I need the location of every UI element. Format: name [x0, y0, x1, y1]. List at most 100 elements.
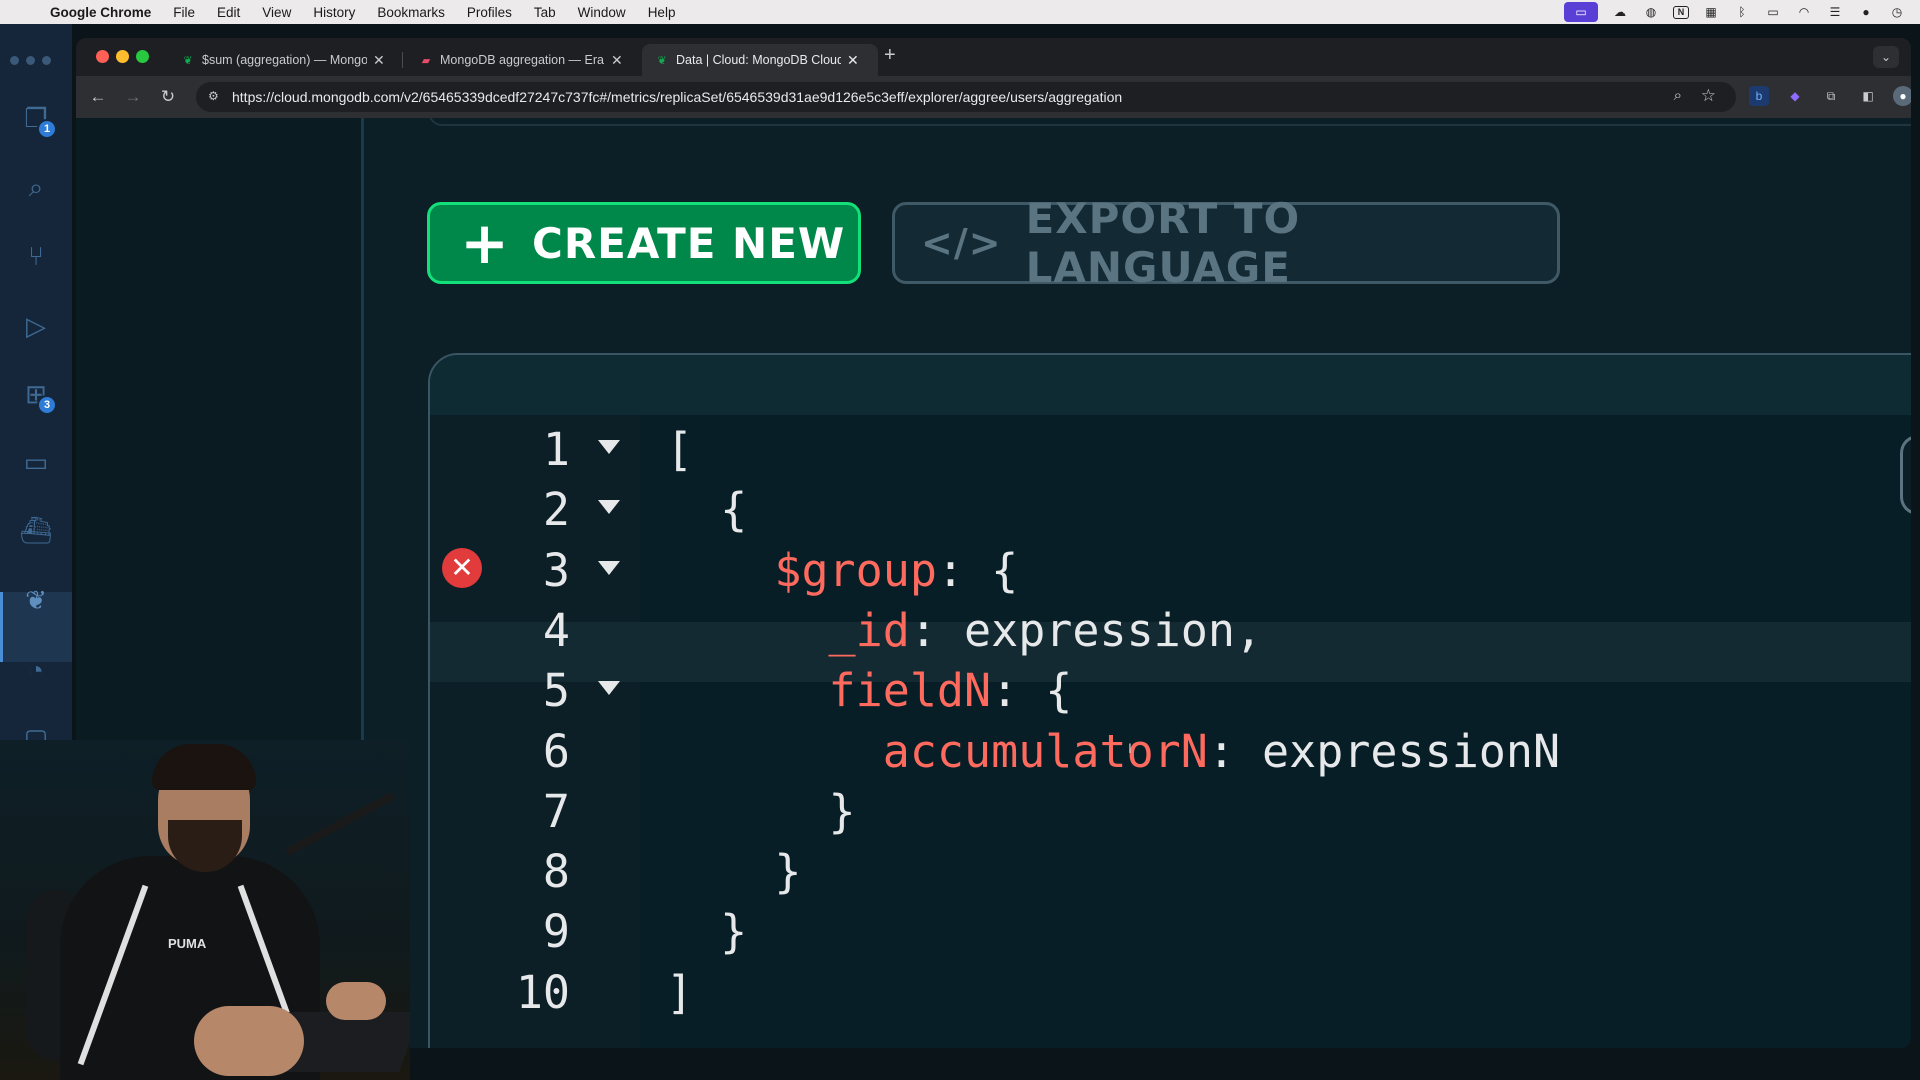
menu-edit[interactable]: Edit [217, 5, 240, 20]
extension-drop-icon[interactable]: ◆ [1785, 86, 1805, 106]
code-key-token: fieldN [666, 664, 992, 718]
menu-window[interactable]: Window [578, 5, 626, 20]
tab-mongodb-aggregation[interactable]: ▰ MongoDB aggregation — Era ✕ [406, 44, 636, 76]
bookmark-star-icon[interactable]: ☆ [1701, 86, 1716, 106]
fold-arrow-icon[interactable] [598, 560, 620, 575]
tab-search-button[interactable]: ⌄ [1873, 46, 1899, 68]
close-tab-icon[interactable]: ✕ [373, 52, 385, 69]
extensions-puzzle-icon[interactable]: ⧉ [1821, 86, 1841, 106]
menu-file[interactable]: File [173, 5, 195, 20]
docker-icon[interactable]: ⛴ [18, 512, 54, 548]
code-line-row[interactable]: 7 } [430, 777, 1911, 838]
code-line-row[interactable]: 10] [430, 958, 1911, 1019]
fold-arrow-icon[interactable] [598, 500, 620, 515]
notion-icon[interactable]: N [1673, 5, 1689, 19]
code-line-row[interactable]: 2 { [430, 475, 1911, 537]
address-bar[interactable]: ⚙ https://cloud.mongodb.com/v2/65465339d… [196, 82, 1736, 112]
menu-history[interactable]: History [313, 5, 355, 20]
new-tab-button[interactable]: + [884, 44, 896, 67]
code-line-row[interactable]: 1[ [430, 415, 1911, 476]
status-area: ▭ ☁ ◍ N ▦ ᛒ ▭ ◠ ☰ ● ◷ [1564, 0, 1906, 24]
menu-profiles[interactable]: Profiles [467, 5, 512, 20]
code-key-token: accumulatorN [666, 724, 1208, 778]
line-number: 4 [542, 603, 570, 657]
code-line-row[interactable]: ✕ 3 $group: { [430, 536, 1911, 597]
reload-icon[interactable]: ↻ [156, 85, 180, 109]
text-cursor-icon: I [1128, 740, 1132, 756]
back-icon[interactable]: ← [86, 85, 110, 109]
code-text[interactable]: _id: expression, [666, 603, 1263, 657]
tab-strip: ❦ $sum (aggregation) — Mongo ✕ ▰ MongoDB… [76, 38, 1911, 76]
siri-icon[interactable]: ● [1857, 5, 1875, 19]
mongodb-leaf-icon[interactable]: ❦ [18, 582, 54, 618]
eraser-icon: ▰ [421, 54, 431, 67]
menu-help[interactable]: Help [648, 5, 676, 20]
code-text[interactable]: [ [666, 423, 693, 476]
menu-bookmarks[interactable]: Bookmarks [377, 5, 445, 20]
remote-explorer-icon[interactable]: ▭ [18, 444, 54, 480]
minimize-window-icon[interactable] [116, 50, 129, 63]
window-dots [10, 56, 51, 65]
browser-toolbar: ← → ↻ ⚙ https://cloud.mongodb.com/v2/654… [76, 76, 1911, 118]
side-panel-icon[interactable]: ◧ [1858, 86, 1878, 106]
zoom-icon[interactable]: ⌕ [1674, 87, 1682, 104]
code-text[interactable]: fieldN: { [666, 664, 1073, 718]
close-tab-icon[interactable]: ✕ [611, 52, 623, 69]
site-info-icon[interactable]: ⚙ [208, 89, 224, 105]
code-text[interactable]: { [666, 483, 747, 536]
url-text[interactable]: https://cloud.mongodb.com/v2/65465339dce… [232, 89, 1122, 105]
code-line-row[interactable]: 5 fieldN: { [430, 656, 1911, 718]
code-text[interactable]: ] [666, 966, 693, 1019]
tab-sum-aggregation[interactable]: ❦ $sum (aggregation) — Mongo ✕ [168, 44, 398, 76]
menu-view[interactable]: View [262, 5, 291, 20]
forward-icon[interactable]: → [121, 85, 145, 109]
files-icon[interactable]: ❐ 1 [18, 100, 57, 139]
create-new-label: CREATE NEW [532, 218, 846, 268]
run-debug-icon[interactable]: ▷ [18, 308, 54, 344]
zoom-window-icon[interactable] [136, 50, 149, 63]
extensions-icon[interactable]: ⊞ 3 [18, 376, 57, 415]
profile-avatar[interactable]: ● [1893, 86, 1911, 106]
wifi-alt-icon[interactable]: ◍ [1642, 5, 1660, 19]
close-window-icon[interactable] [96, 50, 109, 63]
close-tab-icon[interactable]: ✕ [847, 52, 859, 69]
extension-b-icon[interactable]: b [1749, 86, 1769, 106]
line-number: 2 [542, 483, 570, 537]
wifi-icon[interactable]: ◠ [1795, 5, 1813, 19]
code-text[interactable]: $group: { [666, 544, 1018, 597]
bluetooth-icon[interactable]: ᛒ [1733, 5, 1751, 19]
code-text[interactable]: } [666, 905, 747, 958]
pipeline-text-editor[interactable]: 1[2 {✕ 3 $group: {4 _id: expression, 5 fie… [428, 353, 1911, 1048]
code-line-row[interactable]: 6 accumulatorN: expressionN [430, 717, 1911, 778]
fold-arrow-icon[interactable] [598, 681, 620, 696]
tab-data-cloud[interactable]: ❦ Data | Cloud: MongoDB Cloud ✕ [642, 44, 878, 76]
screen-share-icon[interactable]: ▭ [1564, 2, 1598, 22]
webcam-overlay: PUMA [0, 740, 410, 1080]
clock-icon[interactable]: ◷ [1888, 5, 1906, 19]
search-icon[interactable]: ⌕ [18, 170, 54, 206]
export-to-language-button[interactable]: </> EXPORT TO LANGUAGE [892, 194, 1560, 292]
grid-icon[interactable]: ▦ [1702, 5, 1720, 19]
code-text[interactable]: } [666, 845, 801, 898]
control-center-icon[interactable]: ☰ [1826, 5, 1844, 19]
menu-tab[interactable]: Tab [534, 5, 556, 20]
code-token: : expression, [909, 603, 1263, 657]
source-control-icon[interactable]: ⑂ [18, 238, 54, 274]
code-line-row[interactable]: 8 } [430, 837, 1911, 898]
presenter-hand [194, 1006, 304, 1076]
menu-app-name[interactable]: Google Chrome [50, 5, 151, 20]
mongodb-leaf-icon: ❦ [183, 54, 193, 67]
code-line-row[interactable]: 4 _id: expression, [430, 596, 1911, 657]
cloud-icon[interactable]: ☁ [1611, 5, 1629, 19]
code-token: : { [991, 664, 1073, 718]
testing-icon[interactable]: ◔ [18, 652, 54, 688]
display-icon[interactable]: ▭ [1764, 5, 1782, 19]
explorer-badge: 1 [37, 119, 57, 139]
create-new-button[interactable]: + CREATE NEW [427, 202, 861, 284]
code-text[interactable]: accumulatorN: expressionN [666, 725, 1560, 778]
line-number: 5 [542, 664, 570, 718]
fold-arrow-icon[interactable] [598, 440, 620, 454]
code-line-row[interactable]: 9 } [430, 897, 1911, 959]
code-text[interactable]: } [666, 785, 856, 838]
line-number: 9 [542, 905, 570, 959]
